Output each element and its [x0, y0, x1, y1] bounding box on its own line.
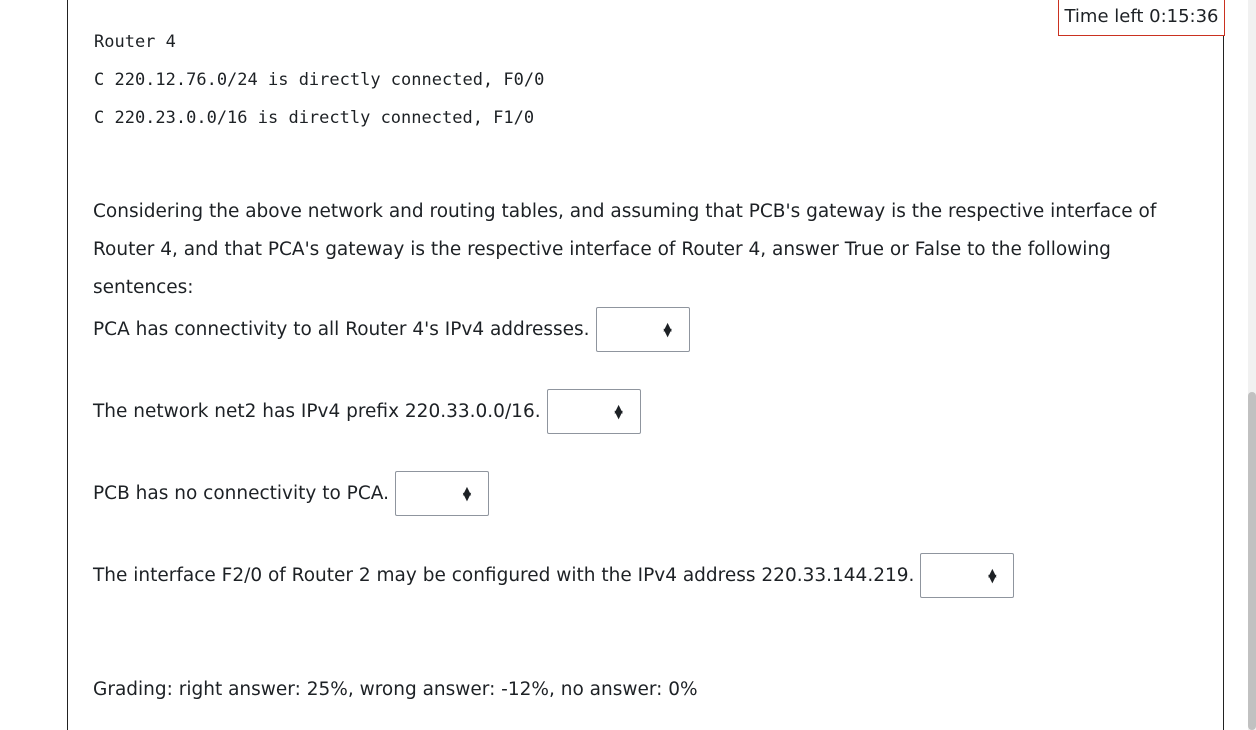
up-down-arrows-icon: ▲ ▼ — [462, 483, 472, 503]
quiz-page: Time left 0:15:36 Router 4 C 220.12.76.0… — [0, 0, 1256, 730]
answer-select[interactable]: ▲ ▼ — [595, 307, 690, 352]
up-down-arrows-icon: ▲ ▼ — [614, 401, 623, 421]
statement-row: The interface F2/0 of Router 2 may be co… — [93, 553, 1015, 598]
statement-row: PCA has connectivity to all Router 4's I… — [93, 307, 690, 352]
answer-select[interactable]: ▲ ▼ — [546, 389, 641, 434]
time-left-timer: Time left 0:15:36 — [1058, 0, 1225, 36]
statement-row: PCB has no connectivity to PCA. ▲ ▼ — [93, 471, 489, 516]
answer-select[interactable]: ▲ ▼ — [394, 471, 489, 516]
statement-text: The interface F2/0 of Router 2 may be co… — [93, 565, 915, 586]
statement-text: PCB has no connectivity to PCA. — [93, 483, 389, 504]
statement-text: The network net2 has IPv4 prefix 220.33.… — [93, 401, 541, 422]
up-down-arrows-icon: ▲ ▼ — [988, 565, 997, 585]
routing-table-route: C 220.12.76.0/24 is directly connected, … — [94, 70, 545, 90]
question-intro: Considering the above network and routin… — [93, 201, 1157, 298]
statement-text: PCA has connectivity to all Router 4's I… — [93, 319, 590, 340]
statement-row: The network net2 has IPv4 prefix 220.33.… — [93, 389, 641, 434]
page-scrollbar[interactable] — [1248, 0, 1256, 730]
grading-info: Grading: right answer: 25%, wrong answer… — [93, 679, 698, 700]
answer-select[interactable]: ▲ ▼ — [920, 553, 1015, 598]
scrollbar-thumb[interactable] — [1248, 392, 1256, 730]
routing-table-route: C 220.23.0.0/16 is directly connected, F… — [94, 108, 535, 128]
up-down-arrows-icon: ▲ ▼ — [663, 319, 672, 339]
routing-table-title: Router 4 — [94, 32, 176, 52]
